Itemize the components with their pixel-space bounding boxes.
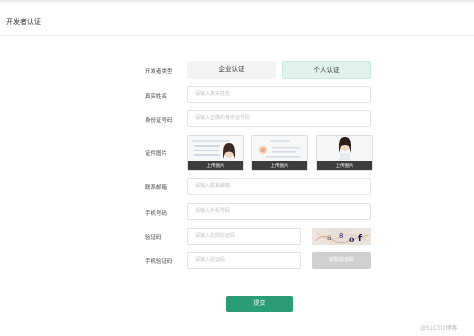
svg-text:a: a	[327, 233, 332, 242]
id-photos-label: 证件图片	[145, 151, 168, 157]
type-option-personal[interactable]: 个人认证	[282, 61, 371, 79]
svg-text:o: o	[349, 234, 355, 244]
id-front-upload-card[interactable]: 上传图片	[187, 135, 244, 171]
type-label: 开发者类型	[145, 69, 173, 75]
upload-label-1: 上传图片	[188, 161, 243, 170]
svg-text:f: f	[358, 234, 362, 244]
id-number-input[interactable]: 请输入正确的身份证号码	[187, 110, 371, 127]
email-input[interactable]: 请输入联系邮箱	[187, 178, 371, 195]
top-bar-shadow	[0, 0, 474, 4]
phone-label: 手机号码	[145, 211, 168, 217]
phone-input[interactable]: 请输入手机号码	[187, 203, 371, 220]
sms-code-input[interactable]: 请输入验证码	[187, 252, 301, 269]
real-name-label: 真实姓名	[145, 94, 168, 100]
upload-label-2: 上传图片	[252, 161, 307, 170]
submit-button[interactable]: 提交	[226, 296, 293, 312]
type-option-company[interactable]: 企业认证	[187, 61, 276, 79]
watermark: @51CTO博客	[420, 326, 458, 332]
captcha-glyphs-icon: a 8 o f	[314, 232, 370, 244]
real-name-input[interactable]: 请输入真实姓名	[187, 86, 371, 103]
captcha-image[interactable]: a 8 o f	[312, 228, 371, 245]
page-title: 开发者认证	[6, 19, 41, 26]
captcha-label: 验证码	[145, 235, 162, 241]
id-number-label: 身份证号码	[145, 118, 173, 124]
header-divider	[0, 35, 474, 36]
get-sms-code-button[interactable]: 获取验证码	[312, 252, 371, 269]
id-back-upload-card[interactable]: 上传图片	[251, 135, 308, 171]
upload-label-3: 上传图片	[317, 161, 372, 170]
sms-code-label: 手机验证码	[145, 259, 173, 265]
svg-text:8: 8	[339, 232, 343, 240]
handheld-photo-upload-card[interactable]: 上传图片	[316, 135, 373, 171]
email-label: 联系邮箱	[145, 185, 168, 191]
captcha-input[interactable]: 请输入右侧验证码	[187, 228, 301, 245]
